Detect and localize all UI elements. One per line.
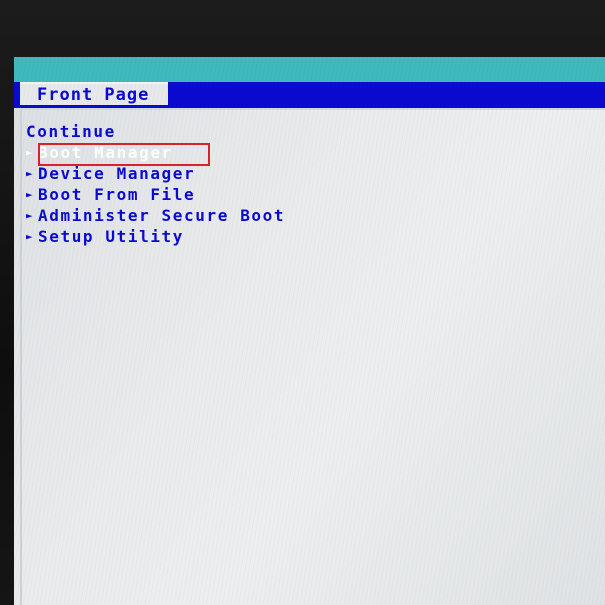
menu-item-label: Setup Utility [38,227,185,246]
header-strip [14,57,605,82]
front-page-menu: Continue ► Boot Manager ► Device Manager ►… [26,121,285,247]
submenu-arrow-icon: ► [26,230,33,243]
tab-front-page[interactable]: Front Page [20,82,168,107]
menu-item-continue[interactable]: Continue [26,121,285,142]
tab-front-page-label: Front Page [37,85,150,105]
submenu-arrow-icon: ► [26,209,33,222]
submenu-arrow-icon: ► [26,167,33,180]
menu-item-label: Device Manager [38,164,196,183]
menu-item-label: Administer Secure Boot [38,206,286,225]
selection-highlight-box [38,143,210,166]
menu-item-setup-utility[interactable]: ► Setup Utility [26,226,285,247]
menu-item-label: Continue [26,122,116,141]
submenu-arrow-icon: ► [26,188,33,201]
menu-item-boot-from-file[interactable]: ► Boot From File [26,184,285,205]
submenu-arrow-icon: ► [26,146,33,159]
menu-item-label: Boot From File [38,185,196,204]
bios-screen: Front Page Continue ► Boot Manager ► Devic… [14,57,605,605]
menu-item-device-manager[interactable]: ► Device Manager [26,163,285,184]
menu-item-administer-secure-boot[interactable]: ► Administer Secure Boot [26,205,285,226]
